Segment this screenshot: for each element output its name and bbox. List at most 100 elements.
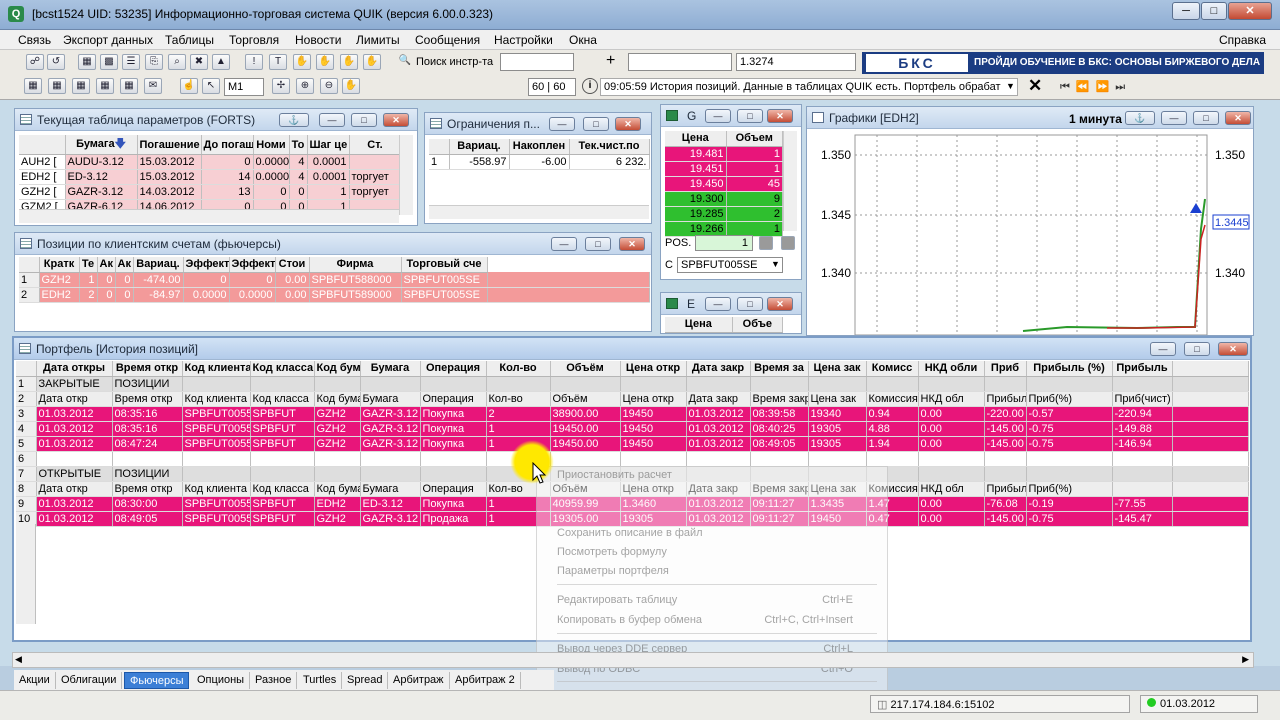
price-chart[interactable]: 1.3445 1.350 1.345 1.340 1.350 1.340 xyxy=(807,129,1253,335)
toolbar-empty-field[interactable] xyxy=(628,53,732,71)
limits-maximize-button[interactable]: □ xyxy=(583,117,609,131)
money-icon[interactable]: ▦ xyxy=(120,78,138,94)
table-row[interactable]: 1 -558.97 -6.00 6 232. xyxy=(429,154,650,170)
text-icon[interactable]: T xyxy=(269,54,287,70)
hand-icon[interactable]: ✋ xyxy=(293,54,311,70)
portfolio-col-header[interactable]: Объём xyxy=(550,361,621,377)
quotes-minimize-button[interactable]: — xyxy=(705,109,731,123)
limits-col-header[interactable]: Накоплен xyxy=(509,139,570,155)
menu-item-help[interactable]: Справка xyxy=(1219,33,1266,47)
chart-anchor-button[interactable]: ⚓ xyxy=(1125,111,1155,125)
portfolio-col-header[interactable]: Комисс xyxy=(866,361,919,377)
zoom-icon[interactable]: ⊕ xyxy=(296,78,314,94)
message-line[interactable]: 09:05:59 История позиций. Данные в табли… xyxy=(600,78,1018,96)
positions-col-header[interactable]: Стои xyxy=(275,257,310,273)
menu-item-news[interactable]: Новости xyxy=(295,33,341,47)
workspace-hscrollbar[interactable]: ◀ ▶ xyxy=(12,652,1254,668)
pos-button-2[interactable] xyxy=(781,236,795,250)
close-message-icon[interactable]: ✕ xyxy=(1028,76,1042,96)
pos-input[interactable]: 1 xyxy=(695,235,753,251)
table-row[interactable]: 1 ЗАКРЫТЫЕ ПОЗИЦИИ xyxy=(16,376,1249,392)
chart-window[interactable]: Графики [EDH2] 1 минута ⚓ — □ ✕ 1.3445 1… xyxy=(806,106,1254,336)
search-input[interactable] xyxy=(500,53,574,71)
quotes2-maximize-button[interactable]: □ xyxy=(737,297,763,311)
context-menu-item[interactable]: Параметры портфеля xyxy=(557,565,669,577)
positions-window[interactable]: Позиции по клиентским счетам (фьючерсы) … xyxy=(14,232,652,332)
positions-close-button[interactable]: ✕ xyxy=(619,237,645,251)
portfolio-col-header[interactable]: Прибыль xyxy=(1112,361,1173,377)
sell-icon[interactable]: ▦ xyxy=(48,78,66,94)
move-icon[interactable]: ✢ xyxy=(272,78,290,94)
price-field[interactable]: 1.3274 xyxy=(736,53,856,71)
tab-options[interactable]: Опционы xyxy=(192,672,251,689)
params-col-header[interactable]: До погаш xyxy=(201,135,254,155)
tab-arbitrage[interactable]: Арбитраж xyxy=(388,672,450,689)
orderbook-bid-row[interactable]: 19.285 2 xyxy=(665,206,783,222)
positions-col-header[interactable]: Те xyxy=(79,257,98,273)
table-row[interactable]: 2 Дата откр Время откр Код клиента Код класс… xyxy=(16,391,1249,407)
params-anchor-button[interactable]: ⚓ xyxy=(279,113,309,127)
limits-close-button[interactable]: ✕ xyxy=(615,117,641,131)
positions-col-header[interactable]: Эффект xyxy=(229,257,276,273)
orderbook-bid-row[interactable]: 19.300 9 xyxy=(665,191,783,207)
hand2-icon[interactable]: ✋ xyxy=(316,54,334,70)
quotes-close-button[interactable]: ✕ xyxy=(767,109,793,123)
window-titlebar[interactable]: Q [bcst1524 UID: 53235] Информационно-то… xyxy=(0,0,1280,30)
orderbook-vscrollbar[interactable] xyxy=(783,131,797,231)
add-icon[interactable]: + xyxy=(606,52,615,70)
menu-item-messages[interactable]: Сообщения xyxy=(415,33,480,47)
quotes-window-2[interactable]: E — □ ✕ Цена Объе xyxy=(660,292,802,334)
drag-hand-icon[interactable]: ✋ xyxy=(342,78,360,94)
timeframe-combo[interactable]: M1 xyxy=(224,78,264,96)
portfolio-col-header[interactable]: Дата откры xyxy=(36,361,113,377)
portfolio-icon[interactable]: ▦ xyxy=(96,78,114,94)
params-col-header[interactable]: Бумага🡇 xyxy=(65,135,138,155)
tab-turtles[interactable]: Turtles xyxy=(298,672,343,689)
portfolio-col-header[interactable]: Время за xyxy=(750,361,809,377)
orderbook-bid-row[interactable]: 19.266 1 xyxy=(665,221,783,237)
tab-arbitrage-2[interactable]: Арбитраж 2 xyxy=(450,672,521,689)
minimize-button[interactable]: ─ xyxy=(1172,2,1200,20)
portfolio-col-header[interactable]: Код клиента xyxy=(182,361,251,377)
positions-col-header[interactable]: Эффект xyxy=(183,257,230,273)
tab-bonds[interactable]: Облигации xyxy=(56,672,123,689)
search-icon[interactable]: 🔍 xyxy=(396,54,414,70)
positions-minimize-button[interactable]: — xyxy=(551,237,577,251)
window-icon[interactable]: ▩ xyxy=(100,54,118,70)
table-row[interactable]: 2 EDH2 2 0 0 -84.97 0.0000 0.0000 0.00 S… xyxy=(19,287,650,303)
chart-minimize-button[interactable]: — xyxy=(1161,111,1187,125)
positions-maximize-button[interactable]: □ xyxy=(585,237,611,251)
orderbook-col-header[interactable]: Цена xyxy=(665,131,727,147)
hand4-icon[interactable]: ✋ xyxy=(363,54,381,70)
menu-item-limits[interactable]: Лимиты xyxy=(356,33,400,47)
portfolio-col-header[interactable]: Цена зак xyxy=(808,361,867,377)
quotes2-minimize-button[interactable]: — xyxy=(705,297,731,311)
portfolio-window-title[interactable]: Портфель [История позиций] xyxy=(14,338,1250,360)
list-icon[interactable]: ☰ xyxy=(122,54,140,70)
params-col-header[interactable]: Погашение xyxy=(137,135,202,155)
orderbook-col-header[interactable]: Объе xyxy=(732,317,784,333)
limits-minimize-button[interactable]: — xyxy=(549,117,575,131)
menu-item-settings[interactable]: Настройки xyxy=(494,33,553,47)
portfolio-col-header[interactable]: Цена откр xyxy=(620,361,687,377)
menu-item-windows[interactable]: Окна xyxy=(569,33,597,47)
limits-col-header[interactable]: Тек.чист.по xyxy=(569,139,650,155)
scroll-left-icon[interactable]: ◀ xyxy=(15,654,22,665)
orderbook-ask-row[interactable]: 19.450 45 xyxy=(665,176,783,192)
connect-icon[interactable]: ☍ xyxy=(26,54,44,70)
cursor-icon[interactable]: ↖ xyxy=(202,78,220,94)
buy-icon[interactable]: ▦ xyxy=(24,78,42,94)
print-icon[interactable]: ⎘ xyxy=(145,54,163,70)
positions-col-header[interactable]: Ак xyxy=(97,257,116,273)
positions-col-header[interactable]: Вариац. xyxy=(133,257,184,273)
params-window[interactable]: Текущая таблица параметров (FORTS) ⚓ — □… xyxy=(14,108,418,226)
limits-col-header[interactable] xyxy=(429,139,450,155)
message-nav-icon[interactable]: ⏮⏪⏩⏭ xyxy=(1060,80,1131,94)
positions-col-header[interactable]: Кратк xyxy=(39,257,80,273)
table-row[interactable]: 1 GZH2 1 0 0 -474.00 0 0 0.00 SPBFUT5880… xyxy=(19,272,650,288)
params-vscrollbar[interactable] xyxy=(399,135,413,215)
zoom-out-icon[interactable]: ⊖ xyxy=(320,78,338,94)
limits-hscrollbar[interactable] xyxy=(429,205,649,219)
table-row[interactable]: 5 01.03.2012 08:47:24 SPBFUT0055 SPBFUT GZH2 G… xyxy=(16,436,1249,452)
portfolio-col-header[interactable]: Время откр xyxy=(112,361,183,377)
